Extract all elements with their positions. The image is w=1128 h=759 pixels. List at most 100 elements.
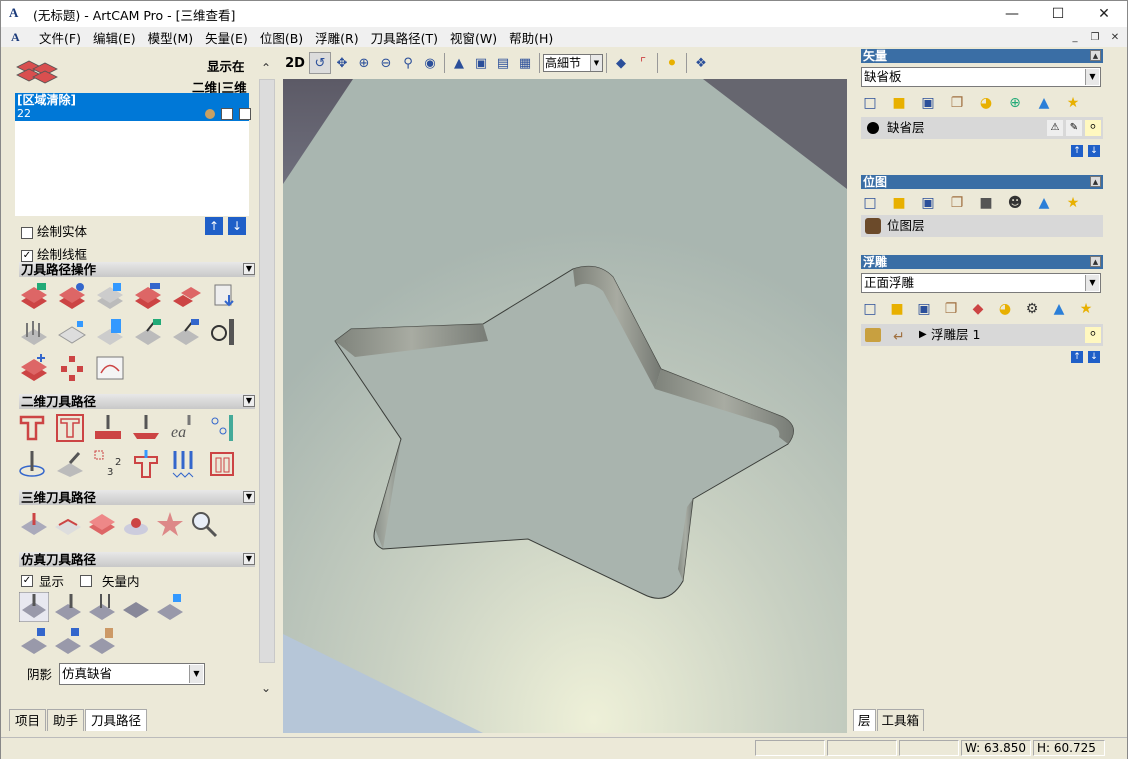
zoom-in-icon[interactable]: ⊕ [353,52,375,74]
bitmap-portrait-icon[interactable]: ☻ [1006,194,1024,212]
bitmap-layer-item[interactable]: 位图层 [861,215,1103,237]
menu-bitmap[interactable]: 位图(B) [254,28,309,47]
engraving-text-icon[interactable]: ea [169,413,199,443]
toolpath-operations-header[interactable]: 刀具路径操作 ▼ [19,262,255,277]
copy-layer-icon[interactable]: ❐ [948,94,966,112]
show-2d-checkbox[interactable]: ✓ [221,108,233,120]
shade-select[interactable]: 仿真缺省 ▼ [59,663,205,685]
close-button[interactable]: ✕ [1081,1,1127,27]
area-clearance-icon[interactable] [55,413,85,443]
machine-relief-icon[interactable] [93,413,123,443]
3d-finishing-icon[interactable] [87,509,117,539]
scroll-down-icon[interactable]: ⌄ [261,681,271,695]
front-view-icon[interactable]: ▣ [470,52,492,74]
draw-wireframe-option[interactable]: ✓ 绘制线框 [21,244,87,263]
menu-window[interactable]: 视窗(W) [444,28,503,47]
layer-down-icon[interactable]: ↓ [1088,145,1100,157]
move-down-button[interactable]: ↓ [228,217,246,235]
tab-toolbox[interactable]: 工具箱 [876,709,925,731]
collapse-up-icon[interactable]: ▲ [1090,176,1101,187]
merge-toolpaths-icon[interactable] [171,281,201,311]
vector-section-header[interactable]: 矢量 ▲ [861,49,1103,63]
new-bitmap-icon[interactable]: □ [861,194,879,212]
show-all-icon[interactable]: ★ [1064,94,1082,112]
3d-toolpaths-header[interactable]: 三维刀具路径 ▼ [19,490,255,505]
dropdown-arrow-icon[interactable]: ▼ [1085,69,1099,85]
menu-toolpaths[interactable]: 刀具路径(T) [365,28,444,47]
show-3d-checkbox[interactable] [239,108,251,120]
mdi-minimize-button[interactable]: _ [1067,29,1083,45]
delete-relief-icon[interactable]: ▲ [1050,300,1068,318]
feature-machining-icon[interactable]: 32 [93,449,123,479]
dropdown-arrow-icon[interactable]: ▼ [189,665,203,683]
copy-bitmap-icon[interactable]: ❐ [948,194,966,212]
simulation-relief-icon[interactable] [87,626,117,656]
toolpath-info-icon[interactable] [57,281,87,311]
layer-down-icon[interactable]: ↓ [1088,351,1100,363]
transform-toolpath-icon[interactable] [133,317,163,347]
lighting-icon[interactable]: ⚫ [661,52,683,74]
visibility-bulb-icon[interactable]: ⚪ [1085,327,1101,343]
edit-icon[interactable]: ✎ [1066,120,1082,136]
menu-model[interactable]: 模型(M) [142,28,200,47]
rotary-toolpath-icon[interactable] [171,317,201,347]
tab-layers[interactable]: 层 [853,709,876,731]
mdi-restore-button[interactable]: ❐ [1087,29,1103,45]
simulate-toolpaths-header[interactable]: 仿真刀具路径 ▼ [19,552,255,567]
2d-toolpaths-header[interactable]: 二维刀具路径 ▼ [19,394,255,409]
dropdown-arrow-icon[interactable]: ▼ [1085,275,1099,291]
inlay-wizard-icon[interactable] [55,449,85,479]
material-setup-icon[interactable] [57,317,87,347]
add-vector-icon[interactable]: ⊕ [1006,94,1024,112]
simulate-block-icon[interactable] [19,317,49,347]
3d-inspect-icon[interactable] [189,509,219,539]
scroll-track[interactable] [259,79,275,663]
delete-bitmap-icon[interactable]: ▲ [1035,194,1053,212]
save-bitmap-icon[interactable]: ▣ [919,194,937,212]
visibility-bulb-icon[interactable]: ⚪ [1085,120,1101,136]
layer-up-icon[interactable]: ↑ [1071,145,1083,157]
simulate-toolpath-icon[interactable] [19,592,49,622]
menu-help[interactable]: 帮助(H) [503,28,559,47]
side-view-icon[interactable]: ▤ [492,52,514,74]
calculate-toolpath-icon[interactable] [19,281,49,311]
bitmap-gray-icon[interactable]: ■ [977,194,995,212]
pan-icon[interactable]: ✥ [331,52,353,74]
menu-vector[interactable]: 矢量(E) [199,28,254,47]
relief-select[interactable]: 正面浮雕 ▼ [861,273,1101,293]
show-bitmaps-icon[interactable]: ★ [1064,194,1082,212]
menu-relief[interactable]: 浮雕(R) [309,28,364,47]
axis-icon[interactable]: ⌜ [632,52,654,74]
bitmap-section-header[interactable]: 位图 ▲ [861,175,1103,189]
simulate-selected-icon[interactable] [87,592,117,622]
toolpath-list-item[interactable]: [区域清除] 22 ✓ [15,93,251,121]
tool-holder-icon[interactable] [95,317,125,347]
scroll-up-icon[interactable]: ⌃ [261,61,271,75]
smart-engraving-icon[interactable] [17,449,47,479]
toolpath-tree-icon[interactable] [57,353,87,383]
save-layer-icon[interactable]: ▣ [919,94,937,112]
reset-simulation-icon[interactable] [155,592,185,622]
v-bit-carving-icon[interactable] [131,413,161,443]
delete-layer-icon[interactable]: ▲ [1035,94,1053,112]
save-relief-icon[interactable]: ▣ [915,300,933,318]
collapse-icon[interactable]: ▼ [243,553,255,565]
mdi-close-button[interactable]: ✕ [1107,29,1123,45]
simulate-all-icon[interactable] [53,592,83,622]
layer-color-icon[interactable] [867,122,879,134]
iso-view-icon[interactable]: ▲ [448,52,470,74]
sim-in-vector-checkbox[interactable] [80,574,93,587]
relief-layer-item[interactable]: ↵ ▶ 浮雕层 1 ⚪ [861,324,1103,346]
dropdown-arrow-icon[interactable]: ▼ [590,55,602,71]
new-relief-icon[interactable]: □ [861,300,879,318]
draw-wireframe-checkbox[interactable]: ✓ [21,249,33,262]
vector-layer-item[interactable]: 缺省层 ⚠ ✎ ⚪ [861,117,1103,139]
minimize-button[interactable]: — [989,1,1035,27]
copy-relief-icon[interactable]: ❐ [942,300,960,318]
collapse-icon[interactable]: ▼ [243,491,255,503]
load-simulation-icon[interactable] [53,626,83,656]
tab-project[interactable]: 项目 [9,709,47,731]
zoom-fit-icon[interactable]: ◉ [419,52,441,74]
menu-file[interactable]: 文件(F) [33,28,87,47]
vector-sheet-select[interactable]: 缺省板 ▼ [861,67,1101,87]
